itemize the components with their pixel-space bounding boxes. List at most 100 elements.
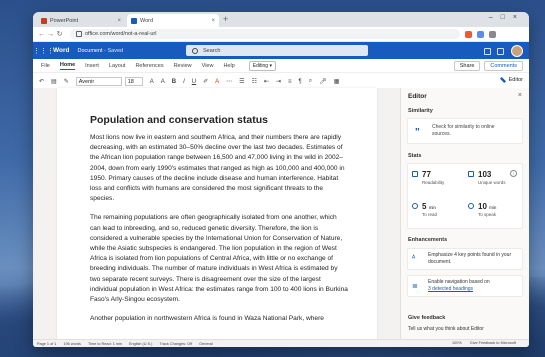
close-icon[interactable]: × [518, 92, 522, 99]
quote-icon: " [415, 127, 420, 138]
editor-pane: Editor × Similarity " Check for similari… [400, 88, 529, 340]
bullets-icon[interactable]: ☰ [239, 78, 244, 85]
language[interactable]: English (U.S.) [129, 342, 152, 346]
paragraph[interactable]: Another population in northwestern Afric… [90, 314, 348, 324]
tab-references[interactable]: References [135, 63, 163, 69]
zoom-level[interactable]: 100% [452, 341, 462, 345]
back-icon[interactable]: ← [37, 31, 46, 38]
decrease-indent-icon[interactable]: ⇤ [264, 78, 269, 85]
similarity-card[interactable]: " Check for similarity to online sources… [407, 118, 523, 144]
search-box[interactable]: Search [186, 45, 368, 56]
editing-mode-button[interactable]: Editing ▾ [248, 60, 276, 71]
stat-readability: 77 Readability [410, 168, 464, 188]
forward-icon[interactable]: → [46, 31, 55, 38]
enhancement-text-pre: Enable navigation based on [428, 279, 490, 285]
window-controls[interactable]: –□× [489, 14, 525, 21]
ribbon-tabs: File Home Insert Layout References Revie… [33, 59, 529, 73]
extension-icon[interactable] [477, 30, 484, 38]
word-count[interactable]: 196 words [63, 342, 81, 346]
format-painter-icon[interactable]: ✎ [64, 78, 69, 85]
designer-icon[interactable]: ▦ [334, 78, 340, 85]
comments-button[interactable]: Comments [484, 61, 523, 71]
stat-label: To read [422, 212, 438, 217]
numbering-icon[interactable]: ☷ [252, 78, 257, 85]
document-page[interactable]: Population and conservation status Most … [57, 88, 377, 340]
url-field[interactable]: office.com/word/not-a-real-url [70, 29, 460, 39]
undo-icon[interactable]: ↶ [39, 78, 44, 85]
avatar[interactable] [511, 45, 523, 57]
tab-label: PowerPoint [50, 17, 79, 24]
refresh-icon[interactable]: ↻ [55, 30, 64, 38]
key-points-icon: ᴬ [412, 255, 416, 262]
increase-indent-icon[interactable]: ⇥ [276, 78, 281, 85]
settings-icon[interactable] [484, 47, 491, 55]
enhancement-key-points[interactable]: ᴬ Emphasize 4 key points found in your d… [407, 248, 523, 270]
tab-view[interactable]: View [202, 63, 214, 69]
lock-icon [76, 31, 82, 37]
header-actions [478, 45, 523, 57]
tab-file[interactable]: File [41, 63, 50, 69]
app-name[interactable]: Word [53, 47, 70, 54]
stat-unique-words: 103 Unique words i [466, 168, 520, 188]
info-icon[interactable]: i [510, 170, 517, 177]
tab-insert[interactable]: Insert [85, 63, 99, 69]
enhancement-headings[interactable]: ≣ Enable navigation based on 3 detected h… [407, 275, 523, 297]
document-canvas: Population and conservation status Most … [33, 88, 401, 340]
clock-icon [468, 203, 474, 209]
app-launcher-icon[interactable]: ⋮⋮⋮ [33, 47, 54, 55]
dictate-icon[interactable]: 🎤︎ [319, 78, 327, 85]
align-icon[interactable]: ≡ [288, 79, 292, 85]
document-heading[interactable]: Population and conservation status [90, 114, 348, 126]
font-color-icon[interactable]: A [215, 79, 219, 85]
highlight-icon[interactable]: ✐ [203, 78, 208, 85]
font-name-select[interactable]: Avenir [75, 77, 122, 86]
extension-icon[interactable] [465, 30, 472, 38]
grow-font-icon[interactable]: A [150, 79, 154, 85]
italic-icon[interactable]: I [183, 79, 185, 85]
document-body[interactable]: Population and conservation status Most … [90, 114, 348, 333]
styles-icon[interactable]: ¶ [299, 79, 302, 85]
close-tab-icon[interactable]: × [117, 18, 121, 24]
stat-value: 103 [478, 170, 492, 179]
paragraph[interactable]: The remaining populations are often geog… [90, 213, 348, 305]
document-name[interactable]: Document - Saved [78, 48, 124, 54]
paragraph[interactable]: Most lions now live in eastern and south… [90, 133, 348, 204]
tab-home[interactable]: Home [59, 62, 76, 70]
share-button[interactable]: Share [453, 61, 481, 71]
tab-powerpoint[interactable]: PowerPoint × [37, 14, 125, 27]
time-to-read: Time to Read: 1 min [87, 341, 123, 346]
new-tab-icon[interactable]: + [223, 14, 228, 24]
underline-icon[interactable]: U [192, 79, 196, 85]
search-placeholder: Search [203, 47, 221, 54]
font-size-select[interactable]: 18 [124, 77, 143, 86]
enhancement-text: Enable navigation based on 3 detected hea… [428, 279, 490, 293]
editor-button[interactable]: Editor [499, 77, 523, 83]
detected-headings-link[interactable]: 3 detected headings [428, 286, 473, 292]
stat-value: 77 [422, 170, 431, 179]
more-icon[interactable]: ⋯ [226, 78, 232, 85]
close-tab-icon[interactable]: × [211, 18, 215, 24]
tab-word[interactable]: Word × [127, 14, 219, 27]
stat-label: To speak [478, 212, 497, 217]
clock-icon [412, 203, 418, 209]
clipboard-icon[interactable]: ▤ [51, 78, 57, 85]
tab-review[interactable]: Review [174, 63, 192, 69]
tab-layout[interactable]: Layout [109, 63, 126, 69]
feedback-link[interactable]: Tell us what you think about Editor [408, 326, 484, 332]
bold-icon[interactable]: B [172, 79, 176, 85]
track-changes-status[interactable]: Track Changes: Off [159, 342, 192, 346]
shrink-font-icon[interactable]: A [161, 79, 165, 85]
share-label: Share [459, 63, 475, 69]
page-count[interactable]: Page 1 of 1 [37, 342, 56, 346]
enhancements-heading: Enhancements [408, 237, 448, 243]
search-icon [192, 47, 198, 54]
stat-to-speak: 10 min To speak [466, 200, 520, 220]
editor-status[interactable]: General [199, 342, 213, 346]
similarity-heading: Similarity [408, 108, 433, 114]
tab-help[interactable]: Help [223, 63, 234, 69]
feedback-to-microsoft[interactable]: Give Feedback to Microsoft [470, 341, 516, 345]
find-icon[interactable]: ⌕ [309, 78, 312, 85]
help-icon[interactable] [497, 47, 504, 55]
comments-label: Comments [490, 63, 517, 69]
extension-icon[interactable] [489, 30, 496, 38]
